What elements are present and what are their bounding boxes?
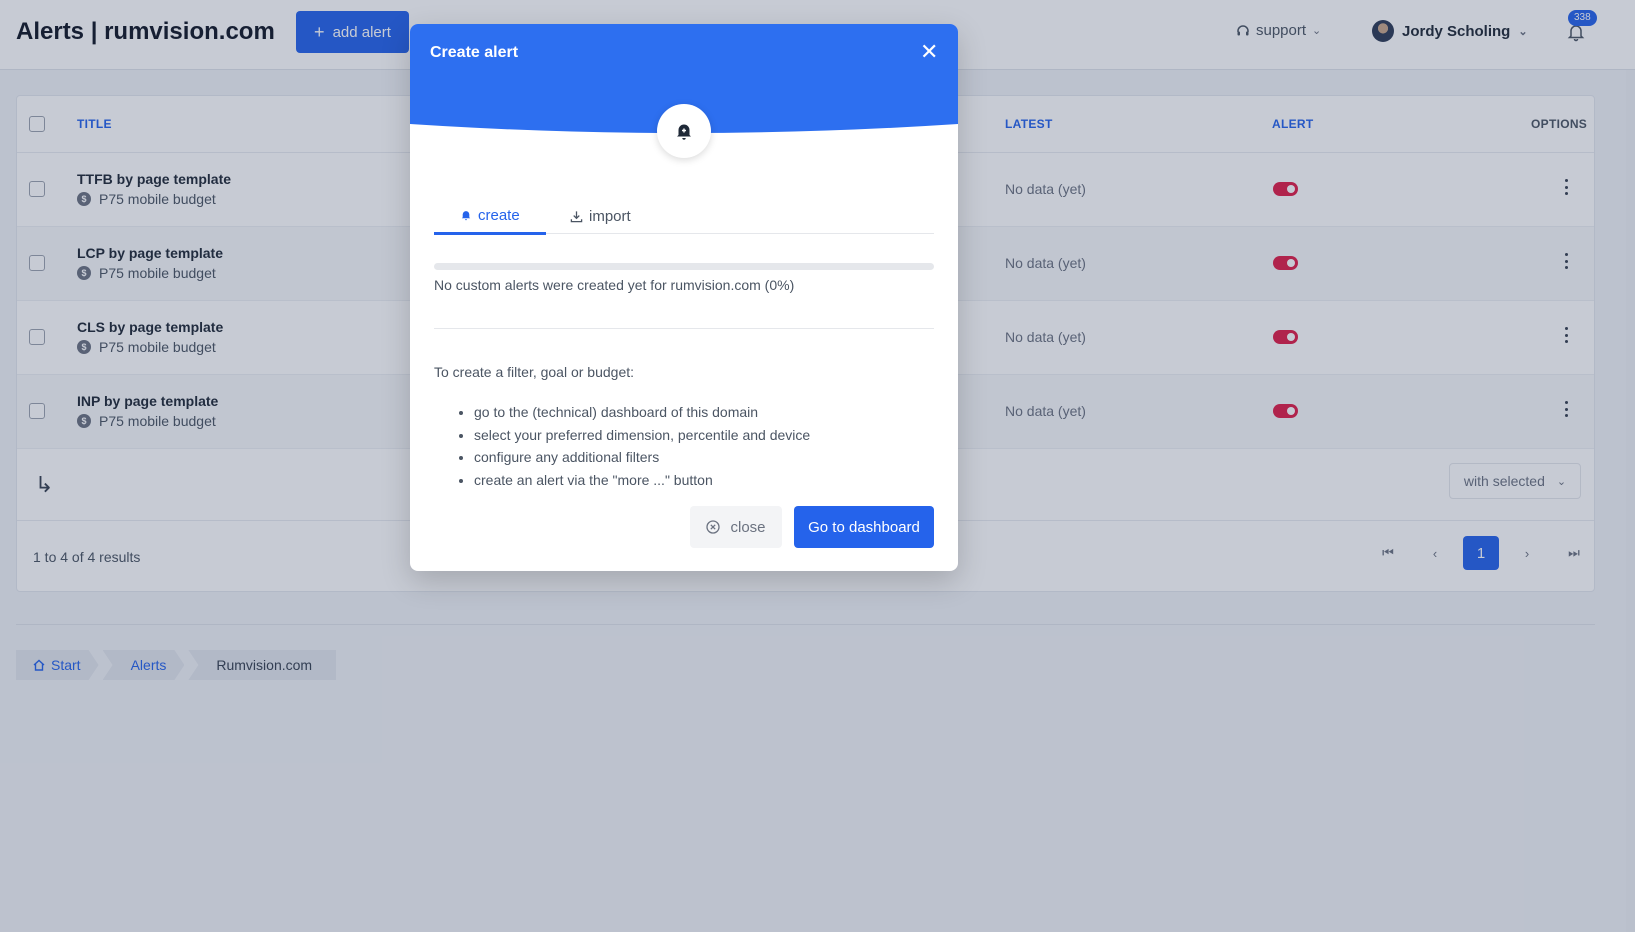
bell-badge [657,104,711,158]
bell-icon [461,211,471,221]
modal-title: Create alert [430,44,519,61]
tab-create-label: create [478,206,520,224]
bell-icon [677,124,691,140]
modal-tabs: create import [434,198,934,235]
list-item: select your preferred dimension, percent… [474,424,810,447]
create-alert-modal: Create alert ✕ create import No custom a… [410,24,958,571]
alerts-progress-bar [434,263,934,270]
tab-import[interactable]: import [544,198,657,234]
download-icon [570,210,583,222]
close-circle-icon [706,520,721,534]
no-alerts-message: No custom alerts were created yet for ru… [434,277,795,293]
steps-list: go to the (technical) dashboard of this … [474,401,810,491]
divider [434,328,934,329]
close-button-label: close [730,518,766,536]
list-item: go to the (technical) dashboard of this … [474,401,810,424]
list-item: create an alert via the "more ..." butto… [474,469,810,492]
close-button[interactable]: close [690,506,782,548]
tab-create[interactable]: create [434,198,546,235]
tab-import-label: import [589,207,631,225]
close-icon[interactable]: ✕ [920,41,938,63]
list-item: configure any additional filters [474,446,810,469]
go-to-dashboard-button[interactable]: Go to dashboard [794,506,934,548]
howto-text: To create a filter, goal or budget: [434,364,635,380]
